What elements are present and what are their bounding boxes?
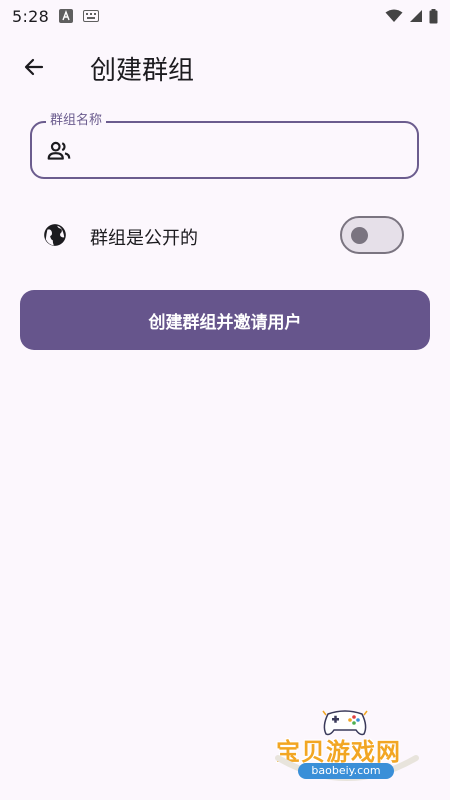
toggle-thumb <box>351 227 368 244</box>
group-icon <box>47 141 71 160</box>
public-toggle-switch[interactable] <box>340 216 404 254</box>
globe-icon <box>44 224 66 246</box>
public-setting-label: 群组是公开的 <box>90 228 198 249</box>
watermark-url: baobeiy.com <box>298 763 394 779</box>
keyboard-icon <box>83 10 100 22</box>
back-button[interactable] <box>14 47 54 87</box>
status-bar: 5:28 <box>0 0 450 32</box>
android-icon <box>59 9 74 23</box>
create-group-button[interactable]: 创建群组并邀请用户 <box>20 290 430 350</box>
status-time: 5:28 <box>12 6 50 26</box>
group-name-label: 群组名称 <box>46 113 107 129</box>
signal-icon <box>410 10 422 22</box>
group-name-field[interactable]: 群组名称 <box>30 113 419 179</box>
app-bar: 创建群组 <box>0 36 450 98</box>
public-setting-row: 群组是公开的 <box>0 212 450 262</box>
watermark-logo: 宝贝游戏网 baobeiy.com <box>268 700 428 792</box>
page-title: 创建群组 <box>90 56 195 86</box>
arrow-back-icon <box>24 58 44 76</box>
group-name-input[interactable] <box>86 133 406 167</box>
battery-icon <box>429 8 438 23</box>
wifi-icon <box>385 9 403 22</box>
